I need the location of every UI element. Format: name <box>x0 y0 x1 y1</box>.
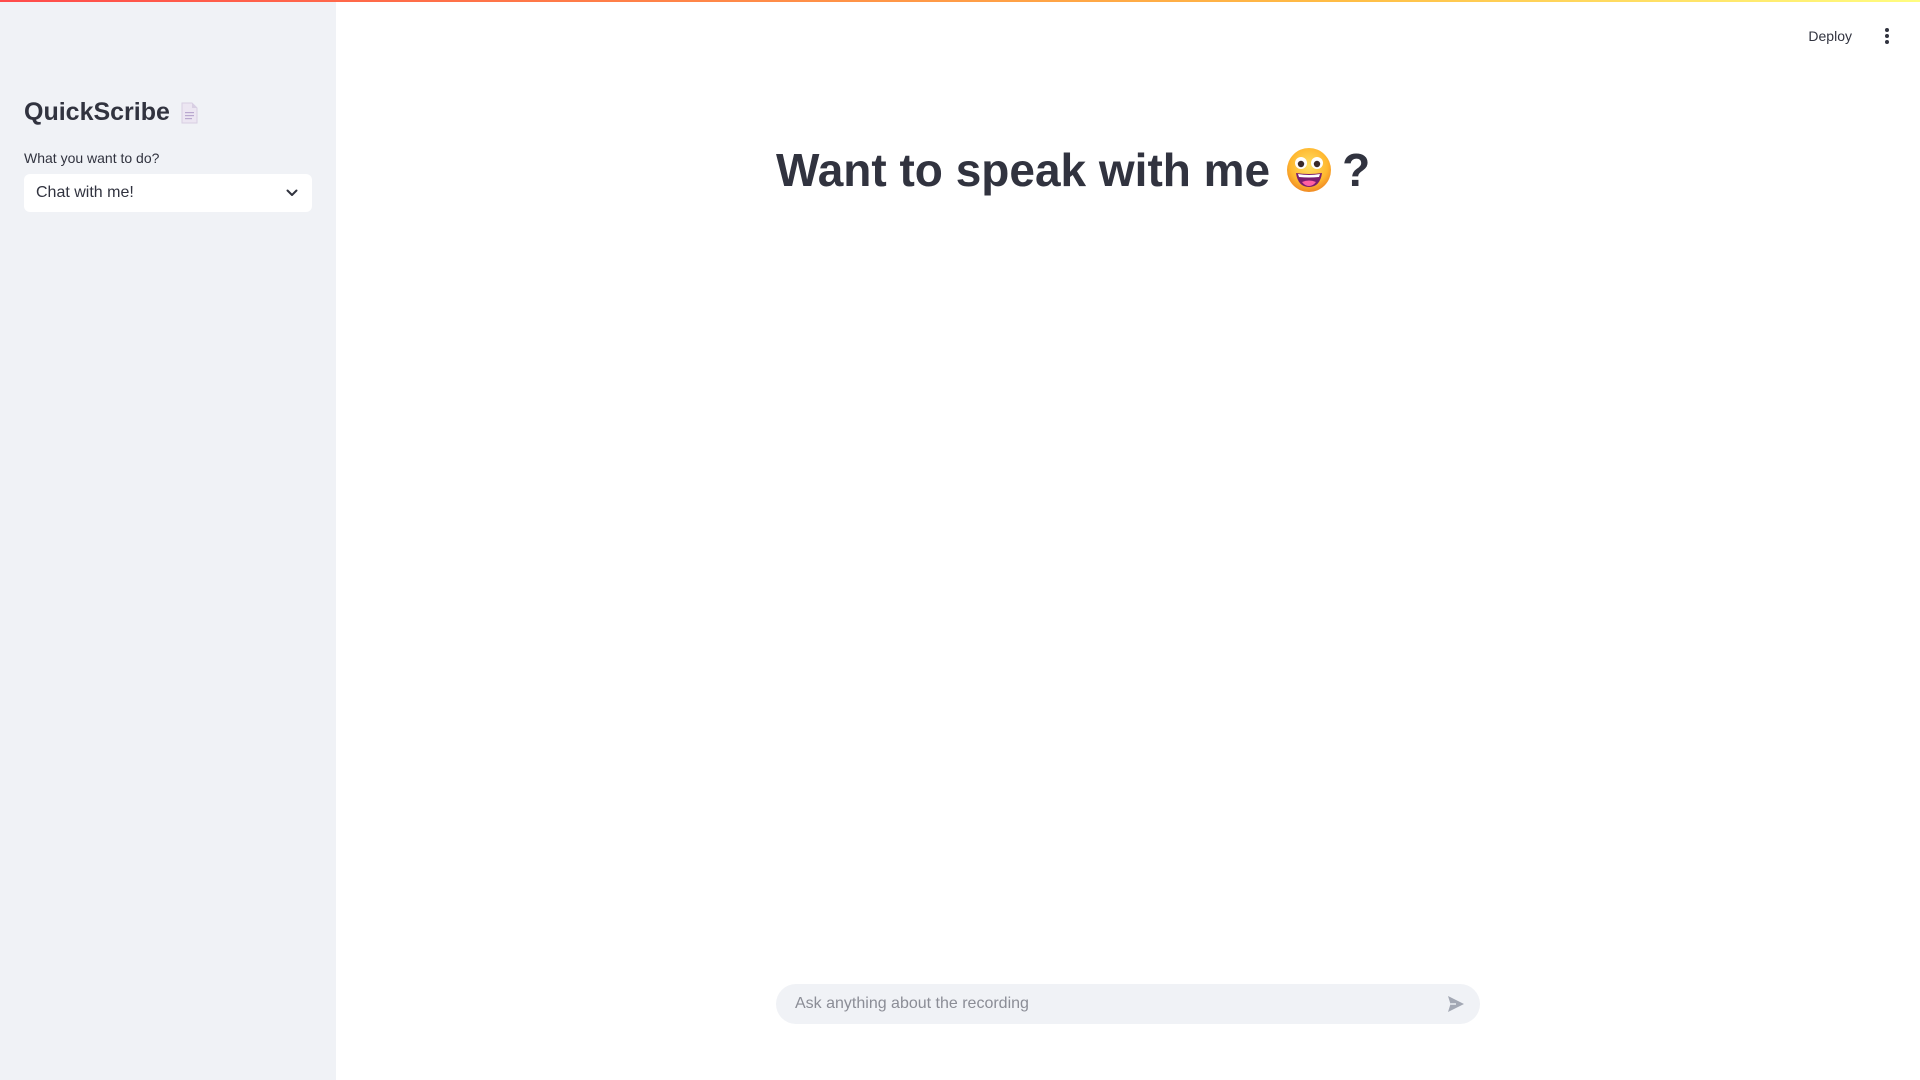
grinning-face-emoji-icon <box>1286 147 1332 193</box>
chat-input-container <box>776 984 1480 1024</box>
chat-input[interactable] <box>793 994 1444 1014</box>
page-title-question-mark: ? <box>1342 143 1371 196</box>
send-icon[interactable] <box>1444 992 1468 1016</box>
chevron-down-icon <box>284 185 300 201</box>
top-accent-bar <box>0 0 1920 2</box>
page-title-text: Want to speak with me <box>776 143 1271 196</box>
action-select-value: Chat with me! <box>36 184 134 201</box>
action-select-label: What you want to do? <box>24 150 160 166</box>
header-actions: Deploy <box>1804 22 1896 50</box>
deploy-button[interactable]: Deploy <box>1804 22 1856 50</box>
sidebar: QuickScribe What you want to do? Chat wi… <box>0 0 336 1080</box>
page-title: Want to speak with me ? <box>776 143 1370 197</box>
app-title-row: QuickScribe <box>24 98 198 127</box>
document-icon <box>180 102 198 124</box>
app-title: QuickScribe <box>24 98 170 126</box>
kebab-menu-icon[interactable] <box>1878 22 1896 50</box>
action-select[interactable]: Chat with me! <box>24 174 312 212</box>
